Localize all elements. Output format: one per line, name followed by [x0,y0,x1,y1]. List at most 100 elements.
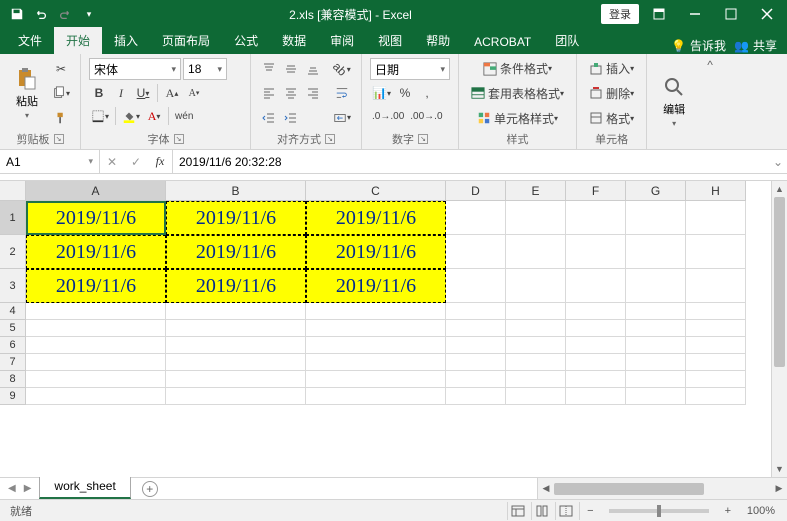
align-center-button[interactable] [281,83,301,103]
vertical-scrollbar[interactable]: ▲ ▼ [771,181,787,477]
cell[interactable] [446,201,506,235]
conditional-format-button[interactable]: 条件格式▾ [467,59,568,79]
cell[interactable] [686,303,746,320]
increase-indent-button[interactable] [281,108,301,128]
border-button[interactable]: ▾ [89,106,111,126]
column-header[interactable]: D [446,181,506,201]
sheet-tab[interactable]: work_sheet [39,477,130,499]
tab-help[interactable]: 帮助 [414,27,462,54]
column-header[interactable]: G [626,181,686,201]
tab-team[interactable]: 团队 [543,27,591,54]
tab-file[interactable]: 文件 [6,27,54,54]
percent-button[interactable]: % [395,83,415,103]
row-header[interactable]: 9 [0,388,26,405]
tab-layout[interactable]: 页面布局 [150,27,222,54]
cell[interactable] [306,320,446,337]
column-header[interactable]: A [26,181,166,201]
save-button[interactable] [6,3,28,25]
cell[interactable] [566,303,626,320]
cell[interactable] [26,371,166,388]
cell[interactable] [446,303,506,320]
increase-decimal-button[interactable]: .0→.00 [370,106,406,126]
tab-home[interactable]: 开始 [54,27,102,54]
alignment-dialog-launcher[interactable]: ↘ [325,134,335,144]
comma-button[interactable]: , [417,83,437,103]
row-header[interactable]: 8 [0,371,26,388]
cell[interactable] [506,337,566,354]
scroll-thumb[interactable] [554,483,704,495]
cell[interactable] [626,201,686,235]
cell[interactable] [566,354,626,371]
tab-acrobat[interactable]: ACROBAT [462,30,543,54]
cell[interactable]: 2019/11/6 [166,269,306,303]
select-all-corner[interactable] [0,181,26,201]
cell[interactable]: 2019/11/6 [306,235,446,269]
format-cells-button[interactable]: 格式▾ [585,108,638,128]
font-size-combo[interactable]: 18▾ [183,58,227,80]
zoom-slider[interactable] [609,509,709,513]
tell-me[interactable]: 💡告诉我 [671,37,726,54]
cell[interactable] [166,320,306,337]
italic-button[interactable]: I [111,83,131,103]
number-format-combo[interactable]: 日期▾ [370,58,450,80]
maximize-button[interactable] [715,3,747,25]
align-middle-button[interactable] [281,59,301,79]
row-header[interactable]: 1 [0,201,26,235]
cell[interactable] [686,201,746,235]
cell[interactable] [446,354,506,371]
align-top-button[interactable] [259,59,279,79]
page-break-view-button[interactable] [555,502,577,520]
font-dialog-launcher[interactable]: ↘ [174,134,184,144]
cell[interactable] [506,201,566,235]
cell[interactable] [506,303,566,320]
cell[interactable] [626,269,686,303]
tab-formulas[interactable]: 公式 [222,27,270,54]
formula-input[interactable]: 2019/11/6 20:32:28 [173,150,769,173]
cell[interactable]: 2019/11/6 [166,235,306,269]
cell[interactable] [506,320,566,337]
bold-button[interactable]: B [89,83,109,103]
accounting-format-button[interactable]: 📊▾ [370,83,393,103]
row-header[interactable]: 5 [0,320,26,337]
paste-button[interactable]: 粘贴 ▾ [8,58,46,129]
cell[interactable] [306,303,446,320]
tab-data[interactable]: 数据 [270,27,318,54]
row-header[interactable]: 2 [0,235,26,269]
zoom-level[interactable]: 100% [741,505,781,517]
minimize-button[interactable] [679,3,711,25]
cancel-formula-button[interactable]: ✕ [100,150,124,173]
cell[interactable] [626,235,686,269]
cell[interactable]: 2019/11/6 [26,269,166,303]
tab-review[interactable]: 审阅 [318,27,366,54]
cell[interactable] [26,320,166,337]
cell[interactable] [306,354,446,371]
cell[interactable] [686,269,746,303]
cell-grid[interactable]: 2019/11/62019/11/62019/11/62019/11/62019… [26,201,771,405]
cell[interactable] [566,201,626,235]
cell[interactable] [506,371,566,388]
confirm-formula-button[interactable]: ✓ [124,150,148,173]
table-format-button[interactable]: 套用表格格式▾ [467,83,568,103]
scroll-right-button[interactable]: ▶ [771,483,787,494]
font-color-button[interactable]: A▾ [144,106,164,126]
decrease-decimal-button[interactable]: .00→.0 [408,106,444,126]
cell[interactable] [686,354,746,371]
cell[interactable] [566,320,626,337]
column-header[interactable]: C [306,181,446,201]
cell[interactable] [686,388,746,405]
cell[interactable] [686,371,746,388]
zoom-out-button[interactable]: − [579,502,601,520]
cell[interactable]: 2019/11/6 [306,201,446,235]
find-button[interactable]: 编辑 ▾ [655,58,693,145]
cell[interactable] [506,269,566,303]
zoom-handle[interactable] [657,505,661,517]
cell[interactable] [566,371,626,388]
cell[interactable] [446,388,506,405]
cell[interactable] [626,303,686,320]
scroll-down-button[interactable]: ▼ [772,461,787,477]
underline-button[interactable]: U▾ [133,83,153,103]
cell[interactable] [566,269,626,303]
redo-button[interactable] [54,3,76,25]
decrease-indent-button[interactable] [259,108,279,128]
orientation-button[interactable]: ab▾ [331,59,353,79]
